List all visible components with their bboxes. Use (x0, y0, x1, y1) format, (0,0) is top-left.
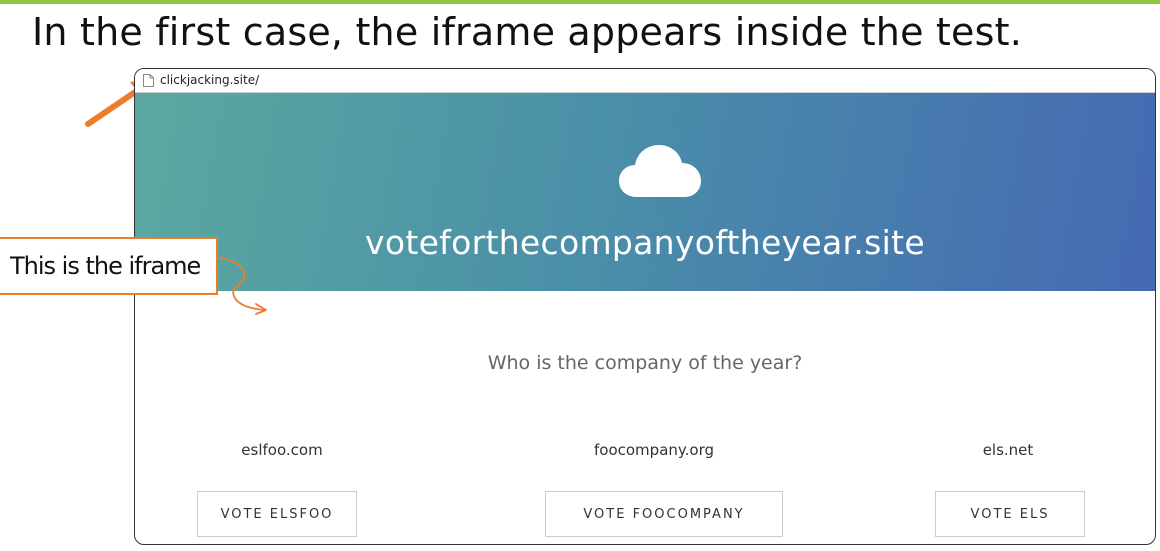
slide-title: In the first case, the iframe appears in… (32, 10, 1022, 54)
callout-text: This is the iframe (10, 252, 201, 280)
candidate-company-name: els.net (982, 441, 1034, 459)
vote-question: Who is the company of the year? (487, 352, 803, 374)
browser-window: clickjacking.site/ voteforthecompanyofth… (134, 68, 1156, 545)
cloud-icon (619, 145, 701, 197)
iframe-callout: This is the iframe (0, 237, 218, 295)
vote-elsfoo-button[interactable]: VOTE ELSFOO (197, 491, 357, 537)
vote-foocompany-button[interactable]: VOTE FOOCOMPANY (545, 491, 783, 537)
slide: In the first case, the iframe appears in… (0, 0, 1160, 551)
site-name: voteforthecompanyoftheyear.site (365, 223, 925, 262)
document-icon (143, 74, 154, 87)
curly-arrow-icon (219, 257, 267, 315)
candidate-company-name: eslfoo.com (241, 441, 323, 459)
candidate-company-name: foocompany.org (594, 441, 714, 459)
url-text[interactable]: clickjacking.site/ (160, 73, 259, 87)
iframe-hero-banner: voteforthecompanyoftheyear.site (135, 93, 1155, 291)
address-bar[interactable]: clickjacking.site/ (135, 69, 1155, 93)
vote-els-button[interactable]: VOTE ELS (935, 491, 1085, 537)
top-accent-rule (0, 0, 1160, 4)
